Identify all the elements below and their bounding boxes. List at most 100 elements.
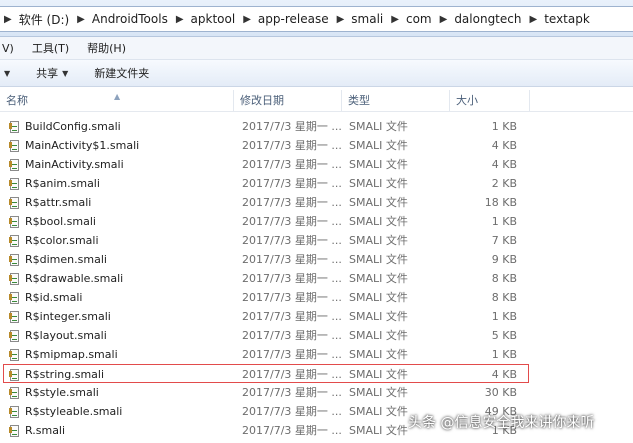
file-row[interactable]: R$anim.smali 2017/7/3 星期一 ... SMALI 文件 2 KB [4,174,629,193]
file-name-cell: R.smali [9,421,66,440]
file-size: 1 KB [491,310,517,323]
file-date: 2017/7/3 星期一 ... [242,139,342,152]
file-size: 18 KB [484,196,517,209]
column-header-date[interactable]: 修改日期 [234,90,342,111]
breadcrumb[interactable]: ▶ 软件 (D:) ▶ AndroidTools ▶ apktool ▶ app-re… [0,6,633,32]
file-row[interactable]: R$color.smali 2017/7/3 星期一 ... SMALI 文件 7 K… [4,231,629,250]
file-name-cell: MainActivity.smali [9,155,124,174]
file-type: SMALI 文件 [349,215,408,228]
file-type: SMALI 文件 [349,310,408,323]
smali-file-icon [9,310,19,323]
file-size: 9 KB [491,253,517,266]
file-date: 2017/7/3 星期一 ... [242,158,342,171]
new-folder-button[interactable]: 新建文件夹 [94,65,149,81]
menu-view[interactable]: V) [2,42,14,55]
file-row[interactable]: BuildConfig.smali 2017/7/3 星期一 ... SMALI 文… [4,117,629,136]
sort-ascending-icon: ▲ [114,92,121,101]
smali-file-icon [9,368,19,381]
file-size: 8 KB [491,291,517,304]
file-name: R$style.smali [25,386,99,399]
file-name-cell: R$bool.smali [9,212,96,231]
breadcrumb-label: dalongtech [454,12,522,26]
file-row[interactable]: R$drawable.smali 2017/7/3 星期一 ... SMALI 文件… [4,269,629,288]
smali-file-icon [9,215,19,228]
breadcrumb-item-androidtools[interactable]: AndroidTools ▶ [92,12,191,26]
share-button[interactable]: 共享 ▼ [36,65,68,81]
file-name: R$anim.smali [25,177,100,190]
breadcrumb-item-smali[interactable]: smali ▶ [351,12,406,26]
breadcrumb-item-app-release[interactable]: app-release ▶ [258,12,351,26]
breadcrumb-label: app-release [257,12,329,26]
file-size: 1 KB [491,348,517,361]
file-row[interactable]: MainActivity.smali 2017/7/3 星期一 ... SMALI … [4,155,629,174]
file-name: R$layout.smali [25,329,107,342]
file-row[interactable]: R$attr.smali 2017/7/3 星期一 ... SMALI 文件 18 K… [4,193,629,212]
file-name-cell: R$drawable.smali [9,269,123,288]
chevron-right-icon[interactable]: ▶ [391,14,399,25]
smali-file-icon [9,386,19,399]
file-date: 2017/7/3 星期一 ... [242,120,342,133]
breadcrumb-item-com[interactable]: com ▶ [406,12,454,26]
file-name-cell: BuildConfig.smali [9,117,121,136]
file-row[interactable]: R$id.smali 2017/7/3 星期一 ... SMALI 文件 8 KB [4,288,629,307]
smali-file-icon [9,120,19,133]
smali-file-icon [9,196,19,209]
chevron-right-icon[interactable]: ▶ [243,14,251,25]
column-header-label: 名称 [6,94,28,107]
file-type: SMALI 文件 [349,405,408,418]
file-date: 2017/7/3 星期一 ... [242,424,342,437]
organize-dropdown-button[interactable]: ▼ [4,69,10,78]
file-date: 2017/7/3 星期一 ... [242,291,342,304]
file-size: 30 KB [484,386,517,399]
file-row[interactable]: R$mipmap.smali 2017/7/3 星期一 ... SMALI 文件 1 … [4,345,629,364]
breadcrumb-root-chevron-icon[interactable]: ▶ [4,14,12,25]
file-name-cell: R$styleable.smali [9,402,123,421]
chevron-right-icon[interactable]: ▶ [176,14,184,25]
file-name: BuildConfig.smali [25,120,121,133]
file-row[interactable]: R$style.smali 2017/7/3 星期一 ... SMALI 文件 30 … [4,383,629,402]
file-name: R$id.smali [25,291,83,304]
file-name: R$attr.smali [25,196,92,209]
smali-file-icon [9,291,19,304]
breadcrumb-item-drive[interactable]: 软件 (D:) ▶ [19,11,92,28]
file-date: 2017/7/3 星期一 ... [242,177,342,190]
file-name: R.smali [25,424,66,437]
file-name: R$color.smali [25,234,99,247]
chevron-right-icon[interactable]: ▶ [529,14,537,25]
file-row[interactable]: R$integer.smali 2017/7/3 星期一 ... SMALI 文件 1… [4,307,629,326]
file-row-highlighted[interactable]: R$string.smali 2017/7/3 星期一 ... SMALI 文件 4 … [3,364,529,383]
chevron-right-icon[interactable]: ▶ [337,14,345,25]
smali-file-icon [9,329,19,342]
toolbar: ▼ 共享 ▼ 新建文件夹 [0,60,633,87]
breadcrumb-item-textapk[interactable]: textapk [544,12,590,26]
column-header-type[interactable]: 类型 [342,90,450,111]
file-date: 2017/7/3 星期一 ... [242,310,342,323]
file-name-cell: R$mipmap.smali [9,345,118,364]
smali-file-icon [9,253,19,266]
file-size: 7 KB [491,234,517,247]
chevron-right-icon[interactable]: ▶ [440,14,448,25]
column-header-name[interactable]: 名称 ▲ [0,90,234,111]
address-bar-area: ▶ 软件 (D:) ▶ AndroidTools ▶ apktool ▶ app-re… [0,0,633,37]
chevron-right-icon[interactable]: ▶ [77,14,85,25]
smali-file-icon [9,348,19,361]
smali-file-icon [9,158,19,171]
breadcrumb-item-dalongtech[interactable]: dalongtech ▶ [454,12,544,26]
breadcrumb-item-apktool[interactable]: apktool ▶ [191,12,258,26]
file-row[interactable]: R$dimen.smali 2017/7/3 星期一 ... SMALI 文件 9 K… [4,250,629,269]
file-name-cell: R$attr.smali [9,193,92,212]
breadcrumb-label: AndroidTools [91,12,168,26]
file-row[interactable]: MainActivity$1.smali 2017/7/3 星期一 ... SMAL… [4,136,629,155]
file-name: R$styleable.smali [25,405,123,418]
file-row[interactable]: R$bool.smali 2017/7/3 星期一 ... SMALI 文件 1 KB [4,212,629,231]
watermark: 头条 @信息安全我来讲你来听 [408,415,595,431]
menu-help[interactable]: 帮助(H) [87,40,126,56]
file-type: SMALI 文件 [349,424,408,437]
column-header-size[interactable]: 大小 [450,90,530,111]
file-date: 2017/7/3 星期一 ... [242,386,342,399]
file-name: R$integer.smali [25,310,111,323]
file-type: SMALI 文件 [349,234,408,247]
smali-file-icon [9,405,19,418]
menu-tools[interactable]: 工具(T) [32,40,69,56]
file-row[interactable]: R$layout.smali 2017/7/3 星期一 ... SMALI 文件 5 … [4,326,629,345]
